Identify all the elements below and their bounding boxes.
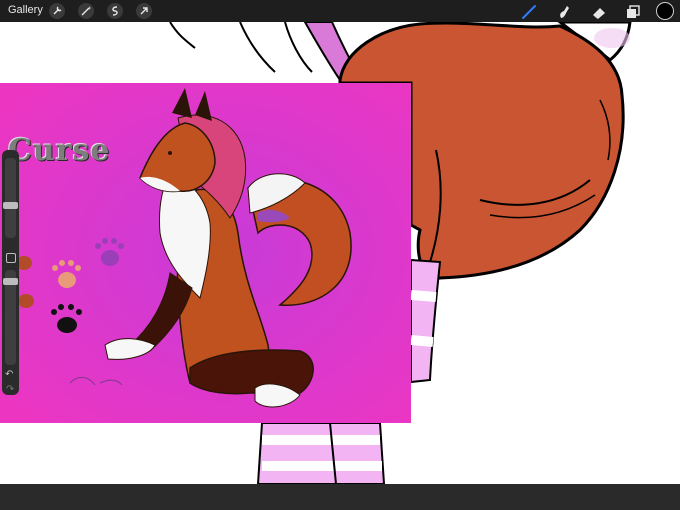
brush-icon[interactable] bbox=[520, 3, 538, 21]
wrench-icon[interactable] bbox=[49, 3, 65, 19]
brush-sidebar: ↶ ↷ bbox=[2, 150, 19, 395]
reference-image[interactable]: Curse bbox=[0, 83, 411, 423]
top-toolbar: Gallery bbox=[0, 0, 680, 22]
reference-title: Curse bbox=[8, 133, 111, 168]
brush-size-slider[interactable] bbox=[3, 158, 18, 238]
opacity-slider[interactable] bbox=[3, 270, 18, 365]
redo-button[interactable]: ↷ bbox=[6, 384, 14, 395]
color-swatch[interactable] bbox=[656, 2, 674, 20]
opacity-thumb[interactable] bbox=[3, 278, 18, 285]
undo-button[interactable]: ↶ bbox=[5, 369, 13, 380]
smudge-icon[interactable] bbox=[555, 3, 573, 21]
layers-icon[interactable] bbox=[624, 3, 642, 21]
modify-button[interactable] bbox=[6, 253, 16, 263]
transform-icon[interactable] bbox=[136, 3, 152, 19]
brush-size-thumb[interactable] bbox=[3, 202, 18, 209]
eraser-icon[interactable] bbox=[590, 3, 608, 21]
magic-wand-icon[interactable] bbox=[78, 3, 94, 19]
gallery-button[interactable]: Gallery bbox=[8, 4, 43, 16]
bottom-bar bbox=[0, 484, 680, 510]
selection-icon[interactable] bbox=[107, 3, 123, 19]
